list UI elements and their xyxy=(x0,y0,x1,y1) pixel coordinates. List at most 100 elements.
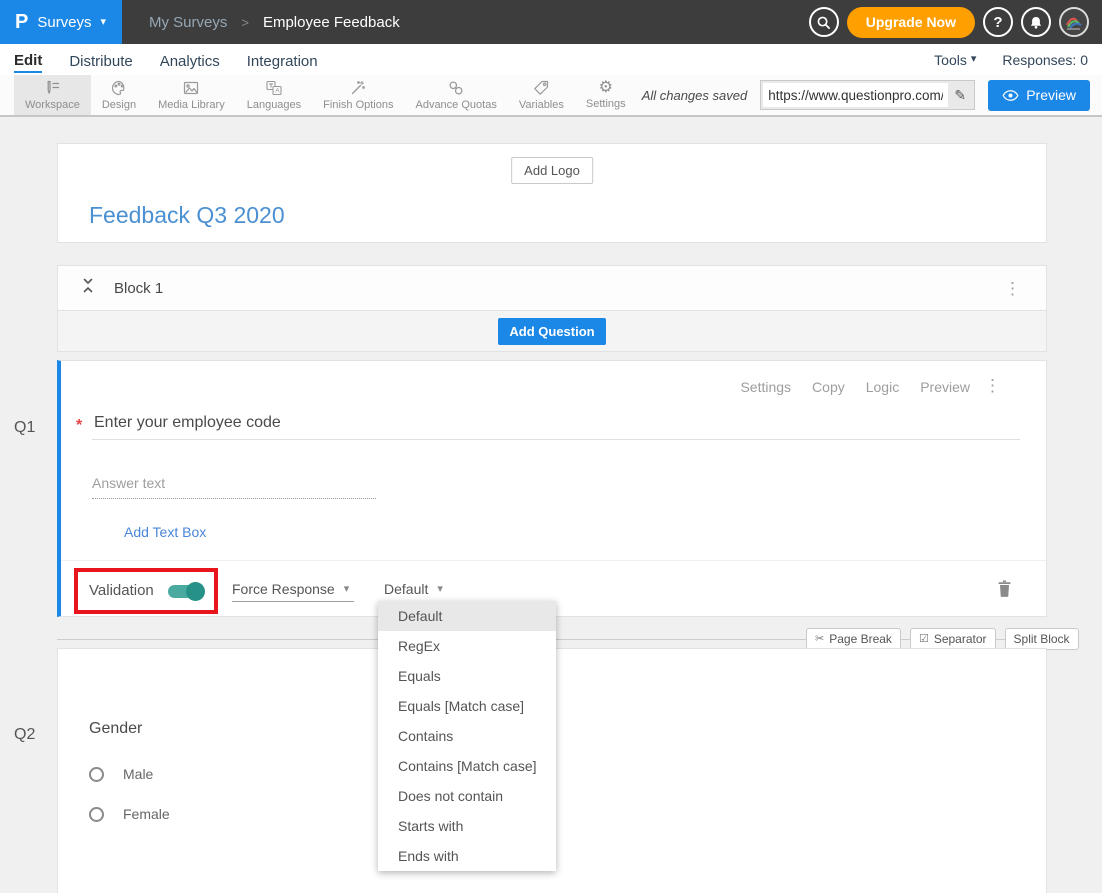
breadcrumb-separator-icon: > xyxy=(241,15,249,30)
chevron-down-icon: ▾ xyxy=(101,17,107,28)
question-mark-icon: ? xyxy=(993,14,1002,31)
chevron-down-icon: ▾ xyxy=(437,584,443,595)
force-response-dropdown[interactable]: Force Response ▾ xyxy=(232,581,354,602)
tab-distribute[interactable]: Distribute xyxy=(69,48,132,72)
block-title[interactable]: Block 1 xyxy=(114,280,163,297)
image-icon xyxy=(182,79,200,97)
question-number-q1: Q1 xyxy=(14,419,35,437)
add-logo-button[interactable]: Add Logo xyxy=(511,157,593,184)
validation-type-menu: Default RegEx Equals Equals [Match case]… xyxy=(378,601,556,871)
survey-url-field: ✎ xyxy=(760,80,975,110)
survey-title[interactable]: Feedback Q3 2020 xyxy=(89,202,285,229)
answer-placeholder[interactable]: Answer text xyxy=(92,475,165,491)
upgrade-now-button[interactable]: Upgrade Now xyxy=(847,7,975,38)
tab-integration[interactable]: Integration xyxy=(247,48,318,72)
edit-url-pencil-icon[interactable]: ✎ xyxy=(948,87,972,104)
gear-icon: ⚙ xyxy=(599,80,613,96)
menu-item-default[interactable]: Default xyxy=(378,601,556,631)
page-break-button[interactable]: ✂ Page Break xyxy=(806,628,901,650)
toolbar-right: All changes saved ✎ Preview xyxy=(642,75,1102,115)
question-menu-kebab-icon[interactable]: ⋮ xyxy=(984,377,1001,394)
required-asterisk: * xyxy=(76,417,82,435)
delete-question-trash-icon[interactable] xyxy=(997,580,1012,602)
palette-icon xyxy=(110,79,128,97)
workspace-icon xyxy=(43,79,61,97)
toolbar-workspace[interactable]: Workspace xyxy=(14,75,91,115)
toggle-knob xyxy=(186,582,205,601)
search-button[interactable] xyxy=(809,7,839,37)
toolbar-variables[interactable]: Variables xyxy=(508,75,575,115)
chevron-down-icon: ▾ xyxy=(344,584,350,595)
tab-analytics[interactable]: Analytics xyxy=(160,48,220,72)
preview-button[interactable]: Preview xyxy=(988,80,1090,111)
editor-toolbar: Workspace Design Media Library A Languag… xyxy=(0,75,1102,117)
toolbar-finish-options[interactable]: Finish Options xyxy=(312,75,404,115)
validation-type-dropdown[interactable]: Default ▾ xyxy=(384,581,451,602)
tag-icon xyxy=(532,79,550,97)
autosave-status: All changes saved xyxy=(642,88,748,103)
option-label[interactable]: Male xyxy=(123,766,153,782)
radio-button-icon[interactable] xyxy=(89,767,104,782)
translate-icon: A xyxy=(265,79,283,97)
toolbar-design[interactable]: Design xyxy=(91,75,147,115)
topbar-actions: Upgrade Now ? xyxy=(809,7,1102,38)
answer-option-female: Female xyxy=(89,806,170,822)
survey-url-input[interactable] xyxy=(763,83,948,107)
menu-item-ends-with[interactable]: Ends with xyxy=(378,841,556,871)
menu-item-regex[interactable]: RegEx xyxy=(378,631,556,661)
toolbar-settings[interactable]: ⚙ Settings xyxy=(575,75,637,115)
survey-editor-page: P Surveys ▾ My Surveys > Employee Feedba… xyxy=(0,0,1102,893)
tabrow-right: Tools▾ Responses: 0 xyxy=(934,52,1088,68)
user-avatar[interactable] xyxy=(1059,7,1089,37)
product-switcher[interactable]: P Surveys ▾ xyxy=(0,0,122,44)
page-break-icon: ✂ xyxy=(815,634,824,645)
question-copy-action[interactable]: Copy xyxy=(812,379,845,395)
breadcrumb-my-surveys[interactable]: My Surveys xyxy=(149,14,227,31)
question-number-q2: Q2 xyxy=(14,726,35,744)
tab-edit[interactable]: Edit xyxy=(14,47,42,73)
answer-option-male: Male xyxy=(89,766,153,782)
eye-icon xyxy=(1002,90,1019,101)
toolbar-languages[interactable]: A Languages xyxy=(236,75,312,115)
menu-item-does-not-contain[interactable]: Does not contain xyxy=(378,781,556,811)
toolbar-media-library[interactable]: Media Library xyxy=(147,75,236,115)
product-label: Surveys xyxy=(37,14,91,31)
question-text-q1[interactable]: Enter your employee code xyxy=(94,414,281,432)
option-label[interactable]: Female xyxy=(123,806,170,822)
responses-count[interactable]: Responses: 0 xyxy=(1002,52,1088,68)
magic-wand-icon xyxy=(349,79,367,97)
validation-label: Validation xyxy=(89,582,154,599)
add-question-button[interactable]: Add Question xyxy=(498,318,605,345)
separator-button[interactable]: ☑ Separator xyxy=(910,628,996,650)
questionpro-logo-icon: P xyxy=(15,12,28,32)
help-button[interactable]: ? xyxy=(983,7,1013,37)
notifications-button[interactable] xyxy=(1021,7,1051,37)
insert-controls: ✂ Page Break ☑ Separator Split Block xyxy=(806,628,1079,650)
block-menu-kebab-icon[interactable]: ⋮ xyxy=(1004,280,1021,297)
question-settings-action[interactable]: Settings xyxy=(740,379,791,395)
collapse-block-icon[interactable] xyxy=(81,278,95,298)
menu-item-equals-match-case[interactable]: Equals [Match case] xyxy=(378,691,556,721)
validation-toggle[interactable] xyxy=(168,585,202,598)
split-block-button[interactable]: Split Block xyxy=(1005,628,1079,650)
add-text-box-link[interactable]: Add Text Box xyxy=(124,524,206,540)
question-text-q2[interactable]: Gender xyxy=(89,720,142,738)
question-logic-action[interactable]: Logic xyxy=(866,379,899,395)
question-actions: Settings Copy Logic Preview xyxy=(740,379,970,395)
menu-item-equals[interactable]: Equals xyxy=(378,661,556,691)
answer-input-underline xyxy=(92,498,376,499)
toolbar-advance-quotas[interactable]: Advance Quotas xyxy=(404,75,507,115)
breadcrumb-survey-name: Employee Feedback xyxy=(263,14,400,31)
separator-checkbox-icon: ☑ xyxy=(919,634,929,645)
menu-item-contains[interactable]: Contains xyxy=(378,721,556,751)
block-header: Block 1 ⋮ xyxy=(57,265,1047,311)
radio-button-icon[interactable] xyxy=(89,807,104,822)
question-preview-action[interactable]: Preview xyxy=(920,379,970,395)
chain-links-icon xyxy=(447,79,465,97)
tools-dropdown[interactable]: Tools▾ xyxy=(934,52,976,68)
section-tabs: Edit Distribute Analytics Integration To… xyxy=(0,44,1102,75)
menu-item-contains-match-case[interactable]: Contains [Match case] xyxy=(378,751,556,781)
avatar-image xyxy=(1061,9,1087,35)
chevron-down-icon: ▾ xyxy=(971,54,977,65)
menu-item-starts-with[interactable]: Starts with xyxy=(378,811,556,841)
